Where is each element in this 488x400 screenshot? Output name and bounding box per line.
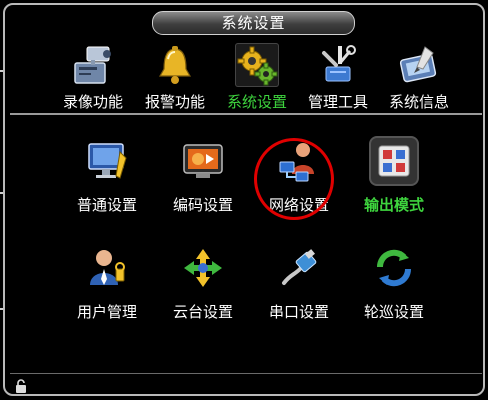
menu-item-ptz-settings[interactable]: 云台设置 — [155, 245, 251, 322]
gear-settings-icon — [235, 43, 279, 87]
menu-item-output-mode[interactable]: 输出模式 — [346, 138, 442, 215]
tour-cycle-icon — [371, 245, 417, 291]
window-title: 系统设置 — [152, 11, 355, 35]
tab-divider — [10, 113, 482, 115]
alarm-bell-icon — [153, 43, 197, 87]
system-info-icon — [397, 43, 441, 87]
tab-label: 管理工具 — [307, 93, 368, 111]
menu-item-label: 输出模式 — [363, 196, 424, 214]
tab-admin-tools[interactable]: 管理工具 — [299, 43, 377, 112]
menu-item-tour-settings[interactable]: 轮巡设置 — [346, 245, 442, 322]
video-recorder-icon — [71, 43, 115, 87]
menu-item-label: 云台设置 — [172, 303, 233, 321]
highlight-circle-annotation — [254, 138, 334, 220]
menu-item-general-settings[interactable]: 普通设置 — [59, 138, 155, 215]
menu-item-user-management[interactable]: 用户管理 — [59, 245, 155, 322]
menu-item-label: 编码设置 — [172, 196, 233, 214]
user-management-icon — [84, 245, 130, 291]
menu-item-label: 轮巡设置 — [363, 303, 424, 321]
tab-label: 报警功能 — [144, 93, 205, 111]
tab-alarm[interactable]: 报警功能 — [136, 43, 214, 112]
screen: 系统设置 录像功能 报警功能 系统设置 管理工具 系统信息 普通设置 编码设置 … — [0, 0, 488, 400]
tab-system-settings[interactable]: 系统设置 — [218, 43, 296, 112]
output-mode-icon — [371, 138, 417, 184]
tab-recording[interactable]: 录像功能 — [54, 43, 132, 112]
tab-label: 系统设置 — [226, 93, 287, 111]
tab-system-info[interactable]: 系统信息 — [380, 43, 458, 112]
menu-item-serial-port[interactable]: 串口设置 — [251, 245, 347, 322]
tab-label: 系统信息 — [388, 93, 449, 111]
monitor-settings-icon — [84, 138, 130, 184]
system-settings-window: 系统设置 录像功能 报警功能 系统设置 管理工具 系统信息 普通设置 编码设置 … — [3, 3, 485, 396]
serial-port-icon — [276, 245, 322, 291]
menu-item-encode-settings[interactable]: 编码设置 — [155, 138, 251, 215]
status-divider — [10, 373, 482, 374]
tools-icon — [316, 43, 360, 87]
menu-item-label: 用户管理 — [76, 303, 137, 321]
tab-label: 录像功能 — [62, 93, 123, 111]
encode-settings-icon — [180, 138, 226, 184]
menu-item-label: 串口设置 — [268, 303, 329, 321]
ptz-settings-icon — [180, 245, 226, 291]
lock-icon[interactable] — [15, 379, 27, 393]
menu-item-label: 普通设置 — [76, 196, 137, 214]
